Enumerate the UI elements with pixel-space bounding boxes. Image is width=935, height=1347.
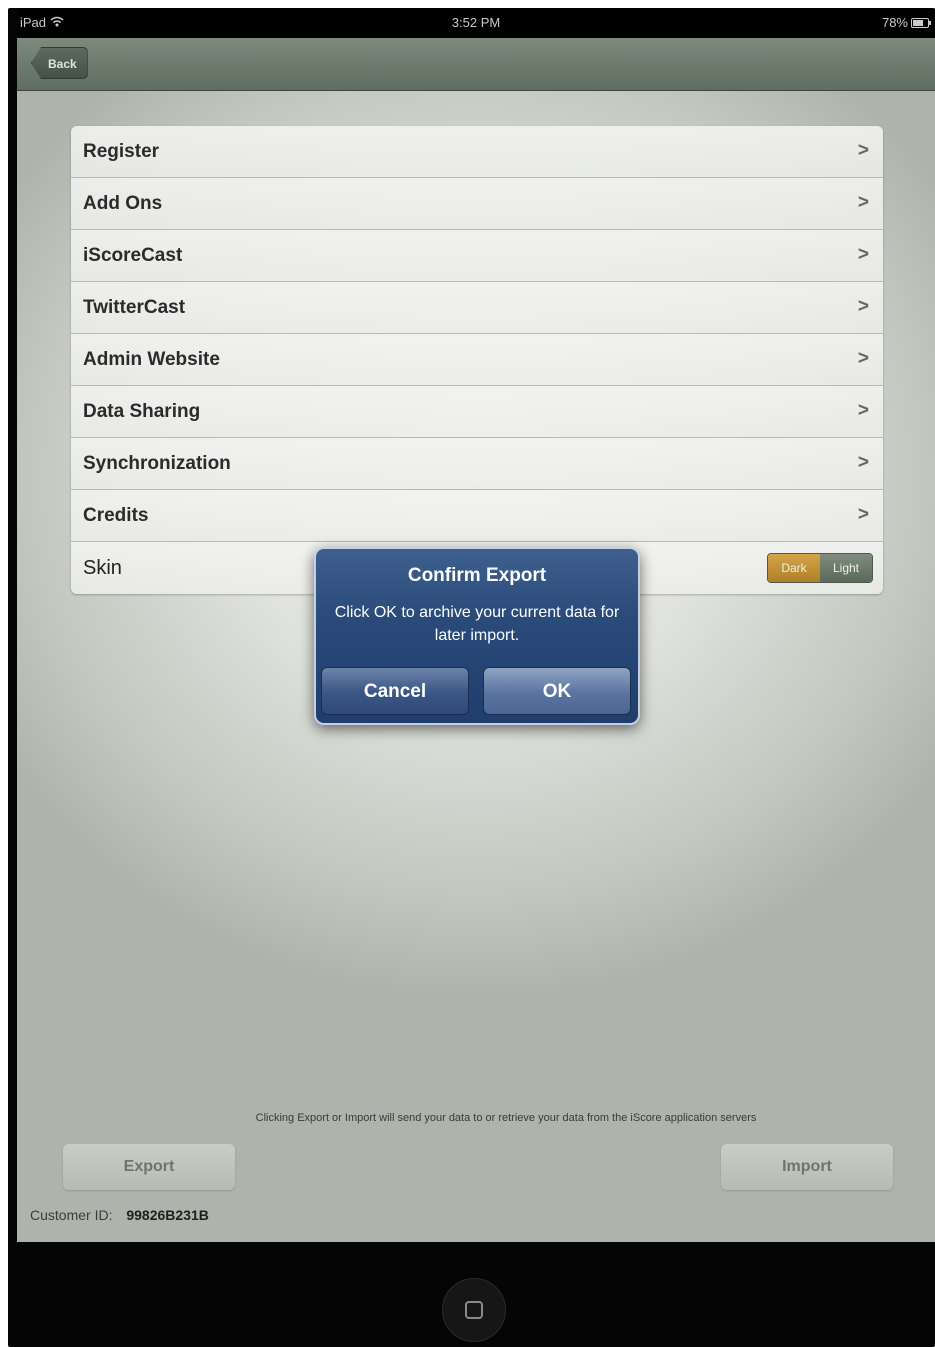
menu-item-credits[interactable]: Credits > <box>71 490 883 542</box>
home-button[interactable] <box>442 1278 506 1342</box>
cancel-button[interactable]: Cancel <box>321 667 469 715</box>
sync-disclaimer: Clicking Export or Import will send your… <box>255 1112 757 1124</box>
chevron-right-icon: > <box>857 348 869 369</box>
skin-option-dark[interactable]: Dark <box>768 554 820 582</box>
customer-id-row: Customer ID: 99826B231B <box>30 1207 209 1223</box>
menu-item-label: Admin Website <box>83 349 220 370</box>
customer-id-value: 99826B231B <box>126 1207 209 1223</box>
home-square-icon <box>465 1301 483 1319</box>
menu-item-label: iScoreCast <box>83 245 183 266</box>
battery-percent: 78% <box>881 15 908 30</box>
customer-id-label: Customer ID: <box>30 1207 113 1223</box>
chevron-right-icon: > <box>857 504 869 525</box>
ipad-device: iPad 3:52 PM 78% Back Register > Add Ons… <box>8 8 935 1347</box>
menu-item-twittercast[interactable]: TwitterCast > <box>71 282 883 334</box>
menu-item-add-ons[interactable]: Add Ons > <box>71 178 883 230</box>
menu-item-label: TwitterCast <box>83 297 186 318</box>
skin-segmented-control: Dark Light <box>767 553 873 583</box>
menu-item-label: Credits <box>83 505 149 526</box>
export-button[interactable]: Export <box>63 1144 235 1190</box>
chevron-right-icon: > <box>857 400 869 421</box>
menu-item-register[interactable]: Register > <box>71 126 883 178</box>
menu-item-label: Add Ons <box>83 193 163 214</box>
ok-button[interactable]: OK <box>483 667 631 715</box>
skin-option-light[interactable]: Light <box>820 554 872 582</box>
menu-item-synchronization[interactable]: Synchronization > <box>71 438 883 490</box>
chevron-right-icon: > <box>857 452 869 473</box>
confirm-export-dialog: Confirm Export Click OK to archive your … <box>314 547 640 725</box>
menu-item-label: Data Sharing <box>83 401 201 422</box>
dialog-message: Click OK to archive your current data fo… <box>334 604 620 644</box>
menu-item-label: Synchronization <box>83 453 231 474</box>
menu-item-iscorecast[interactable]: iScoreCast > <box>71 230 883 282</box>
dialog-title: Confirm Export <box>407 565 547 586</box>
chevron-right-icon: > <box>857 296 869 317</box>
status-time: 3:52 PM <box>451 15 501 30</box>
app-screen: iPad 3:52 PM 78% Back Register > Add Ons… <box>17 8 935 1242</box>
back-button[interactable]: Back <box>31 47 88 79</box>
skin-label: Skin <box>83 557 122 579</box>
menu-item-data-sharing[interactable]: Data Sharing > <box>71 386 883 438</box>
menu-item-label: Register <box>83 141 160 162</box>
chevron-right-icon: > <box>857 192 869 213</box>
battery-icon <box>911 17 931 28</box>
menu-item-admin-website[interactable]: Admin Website > <box>71 334 883 386</box>
chevron-right-icon: > <box>857 140 869 161</box>
chevron-right-icon: > <box>857 244 869 265</box>
status-bar: iPad 3:52 PM 78% <box>17 8 935 38</box>
navigation-bar: Back <box>17 38 935 91</box>
import-button[interactable]: Import <box>721 1144 893 1190</box>
settings-table: Register > Add Ons > iScoreCast > Twitte… <box>71 126 883 594</box>
